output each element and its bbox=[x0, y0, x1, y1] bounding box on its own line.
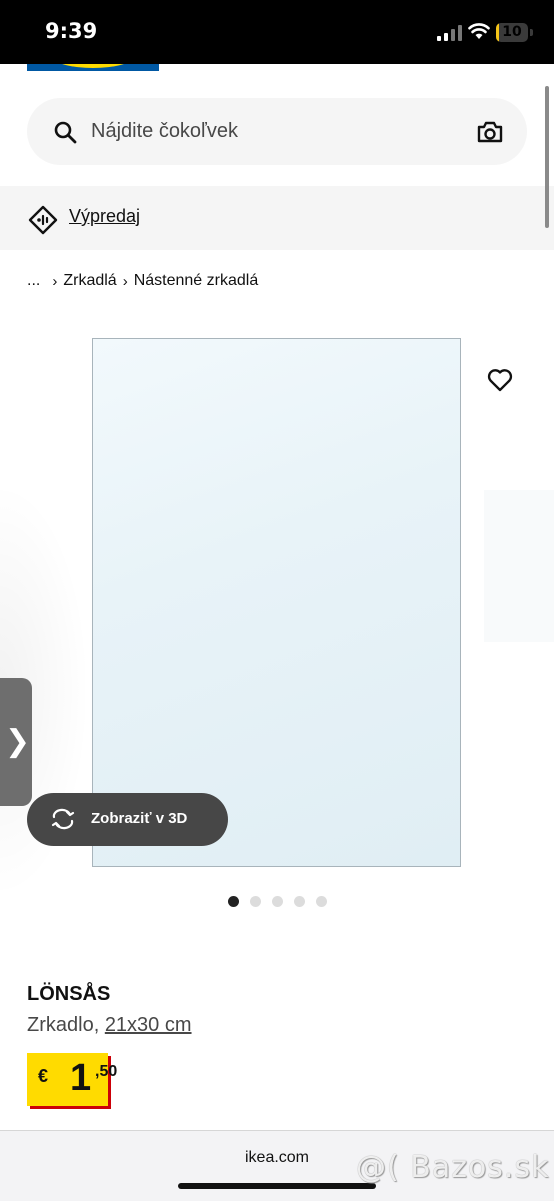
chevron-right-icon: › bbox=[52, 272, 58, 290]
side-panel-tab[interactable]: ❯ bbox=[0, 678, 32, 806]
gallery-pagination bbox=[228, 896, 327, 907]
home-indicator[interactable] bbox=[178, 1183, 376, 1189]
view-3d-button[interactable]: Zobraziť v 3D bbox=[27, 793, 228, 846]
product-type: Zrkadlo, bbox=[27, 1014, 100, 1036]
gallery-dot[interactable] bbox=[250, 896, 261, 907]
wifi-icon bbox=[468, 23, 490, 39]
signal-icon bbox=[437, 25, 462, 41]
camera-icon[interactable] bbox=[477, 120, 503, 144]
rotate-3d-icon bbox=[51, 808, 75, 830]
breadcrumb-item-mirrors[interactable]: Zrkadlá bbox=[63, 272, 116, 290]
search-input[interactable]: Nájdite čokoľvek bbox=[91, 120, 238, 143]
gallery-dot[interactable] bbox=[316, 896, 327, 907]
price-tag: € 1 ,50 bbox=[27, 1053, 117, 1106]
gallery-dot[interactable] bbox=[272, 896, 283, 907]
breadcrumb-ellipsis[interactable]: ... bbox=[27, 272, 40, 290]
price-currency: € bbox=[38, 1066, 49, 1086]
status-bar: 9:39 10 bbox=[0, 0, 554, 64]
page-scrollbar[interactable] bbox=[545, 86, 549, 228]
promo-bar: Výpredaj bbox=[0, 186, 554, 250]
gallery-dot[interactable] bbox=[294, 896, 305, 907]
battery-percentage: 10 bbox=[502, 24, 522, 40]
status-time: 9:39 bbox=[45, 19, 98, 43]
sale-tag-icon bbox=[28, 205, 58, 235]
view-3d-label: Zobraziť v 3D bbox=[91, 810, 188, 827]
chevron-right-icon: ❯ bbox=[5, 724, 31, 759]
product-description: Zrkadlo, 21x30 cm bbox=[27, 1014, 192, 1037]
chevron-right-icon: › bbox=[122, 272, 128, 290]
price-integer: 1 bbox=[70, 1057, 92, 1099]
watermark: @( Bazos.sk bbox=[356, 1150, 550, 1185]
search-bar[interactable]: Nájdite čokoľvek bbox=[27, 98, 527, 165]
logo-oval bbox=[53, 64, 133, 68]
price-decimal: ,50 bbox=[95, 1063, 118, 1080]
breadcrumb-item-wall-mirrors[interactable]: Nástenné zrkadlá bbox=[134, 272, 259, 290]
next-image-preview[interactable] bbox=[484, 490, 554, 642]
heart-icon[interactable] bbox=[486, 367, 514, 393]
product-size-link[interactable]: 21x30 cm bbox=[105, 1014, 192, 1036]
battery-cap bbox=[530, 29, 533, 36]
product-name: LÖNSÅS bbox=[27, 983, 111, 1005]
sale-link[interactable]: Výpredaj bbox=[69, 206, 140, 227]
search-icon bbox=[54, 121, 77, 144]
gallery-dot[interactable] bbox=[228, 896, 239, 907]
ikea-logo[interactable] bbox=[27, 64, 159, 71]
battery-icon: 10 bbox=[496, 23, 528, 42]
breadcrumb: ... › Zrkadlá › Nástenné zrkadlá bbox=[27, 272, 258, 290]
product-image[interactable] bbox=[92, 338, 461, 867]
